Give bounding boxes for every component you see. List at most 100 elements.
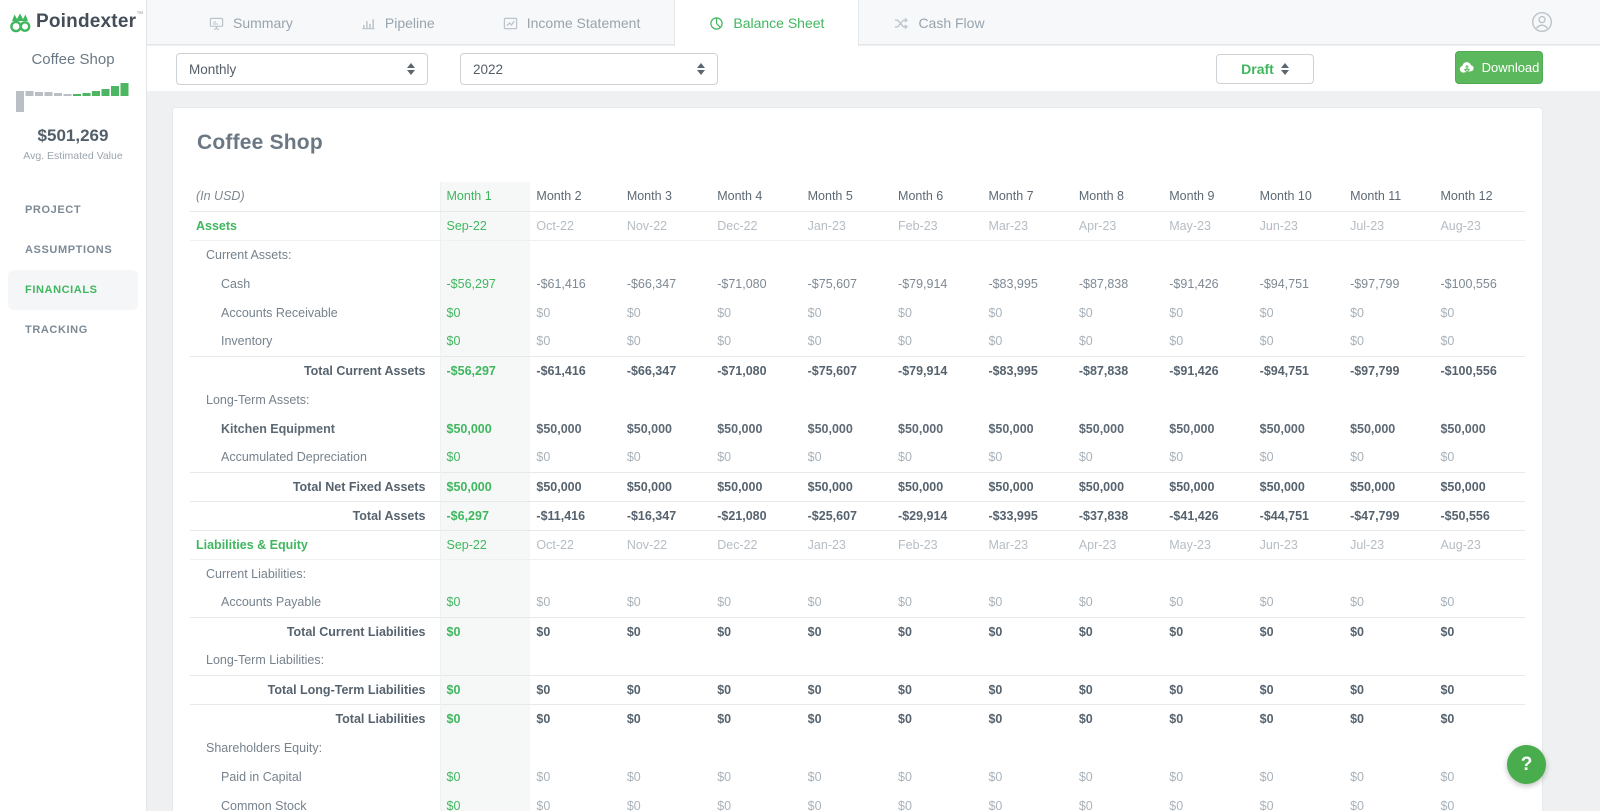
sidebar-item-tracking[interactable]: TRACKING [0, 310, 146, 350]
cell [711, 646, 801, 675]
sidebar-item-financials[interactable]: FINANCIALS [8, 270, 138, 310]
cell: $0 [626, 798, 641, 811]
cell: -$83,995 [988, 276, 1038, 291]
cell: $0 [982, 674, 1073, 704]
page-title: Coffee Shop [197, 131, 323, 154]
brand-logo[interactable]: Poindexter ™ [0, 0, 146, 35]
cell [439, 240, 531, 269]
row-label: Assets [190, 210, 440, 241]
cell: -$71,080 [711, 355, 802, 385]
row-label: Inventory [221, 334, 273, 349]
cell: $0 [1163, 703, 1254, 733]
period-select[interactable]: Monthly [176, 53, 428, 85]
cell: $0 [620, 703, 712, 733]
cell: $0 [1253, 616, 1345, 646]
cell: $0 [988, 450, 1003, 465]
cell: -$61,416 [536, 276, 586, 291]
download-button[interactable]: Download [1455, 51, 1543, 84]
row-current-assets: Current Assets: [190, 240, 1525, 269]
row-label: Cash [221, 276, 251, 291]
cell: $0 [898, 305, 912, 320]
cloud-download-icon [1459, 61, 1475, 74]
cell: $50,000 [1350, 421, 1396, 436]
tab-cash-flow[interactable]: Cash Flow [859, 0, 1018, 46]
row-accounts-receivable: Accounts Receivable $0 $0 $0 $0 $0 $0 $0 $0 $0 $0 $… [190, 298, 1525, 327]
tab-pipeline[interactable]: Pipeline [327, 0, 469, 46]
user-profile-icon[interactable] [1531, 11, 1553, 33]
cell: $0 [801, 703, 893, 733]
cell: $0 [1078, 798, 1093, 811]
cell: $0 [439, 791, 531, 811]
cell: $0 [1072, 703, 1164, 733]
cell: $0 [1434, 703, 1525, 733]
tab-label: Summary [233, 15, 293, 31]
tab-label: Balance Sheet [733, 15, 825, 31]
pie-chart-icon [709, 16, 724, 31]
cell: $0 [898, 334, 912, 349]
cell: $0 [1350, 798, 1364, 811]
cell: $0 [1253, 703, 1345, 733]
sidebar-item-project[interactable]: PROJECT [0, 190, 146, 230]
cell: $50,000 [801, 471, 893, 501]
cell: $0 [717, 769, 732, 784]
tab-income-statement[interactable]: Income Statement [469, 0, 675, 46]
tab-summary[interactable]: Summary [175, 0, 327, 46]
cell [621, 646, 711, 675]
period-select-value: Monthly [189, 61, 237, 77]
cell [1254, 733, 1344, 762]
cell [892, 733, 982, 762]
cell: -$100,556 [1434, 355, 1525, 385]
bar-chart-icon [361, 16, 376, 31]
help-button[interactable]: ? [1507, 745, 1546, 784]
cell: $0 [1434, 616, 1525, 646]
cell: Jul-23 [1344, 210, 1435, 241]
row-label: Paid in Capital [221, 769, 302, 784]
cell [982, 385, 1072, 414]
table-header-row: (In USD) Month 1 Month 2 Month 3 Month 4 Mont… [190, 182, 1525, 212]
cell: $0 [1434, 674, 1525, 704]
row-label: Shareholders Equity: [206, 740, 323, 755]
cell: -$100,556 [1440, 276, 1497, 291]
row-long-term-assets: Long-Term Assets: [190, 385, 1525, 414]
cell: -$6,297 [439, 500, 531, 530]
row-accumulated-depreciation: Accumulated Depreciation $0 $0 $0 $0 $0 $0 $0 $0… [190, 443, 1525, 472]
cell [982, 646, 1072, 675]
sidebar-menu: PROJECT ASSUMPTIONS FINANCIALS TRACKING [0, 190, 146, 350]
row-total-current-assets: Total Current Assets -$56,297 -$61,416 -$66… [190, 355, 1525, 385]
cell: $50,000 [1078, 421, 1125, 436]
row-total-liabilities: Total Liabilities $0 $0 $0 $0 $0 $0 $0 $0 $0 $0 $0 $… [190, 703, 1525, 733]
cell: $50,000 [1259, 421, 1305, 436]
cell: Mar-23 [982, 210, 1073, 241]
cell [982, 733, 1072, 762]
cell: $0 [1163, 674, 1254, 704]
cell: -$91,426 [1163, 355, 1254, 385]
cell [530, 559, 620, 588]
cell: $50,000 [536, 421, 582, 436]
cell: $0 [1078, 769, 1093, 784]
version-select[interactable]: Draft [1216, 54, 1314, 84]
cell: Jun-23 [1253, 529, 1345, 560]
cell [530, 646, 620, 675]
cell: -$87,838 [1072, 355, 1164, 385]
row-label: Long-Term Assets: [206, 392, 310, 407]
cell: $0 [626, 334, 641, 349]
cell: Sep-22 [439, 529, 531, 560]
cell: $0 [439, 443, 531, 472]
cell: $0 [717, 305, 732, 320]
sidebar-item-assumptions[interactable]: ASSUMPTIONS [0, 230, 146, 270]
cell: $0 [1440, 450, 1455, 465]
cell: $50,000 [620, 471, 712, 501]
cell: $50,000 [1169, 421, 1215, 436]
cell: $0 [1169, 450, 1184, 465]
cell [1073, 733, 1163, 762]
row-label: Kitchen Equipment [221, 421, 335, 436]
cell: Feb-23 [892, 529, 983, 560]
main-content: Coffee Shop (In USD) Month 1 Month 2 Month … [147, 91, 1600, 811]
cell: $0 [620, 616, 712, 646]
cell: $0 [439, 703, 531, 733]
cell: $0 [626, 305, 641, 320]
year-select[interactable]: 2022 [460, 53, 718, 85]
cell: -$91,426 [1169, 276, 1219, 291]
cell: $0 [717, 798, 732, 811]
tab-balance-sheet[interactable]: Balance Sheet [674, 0, 860, 46]
